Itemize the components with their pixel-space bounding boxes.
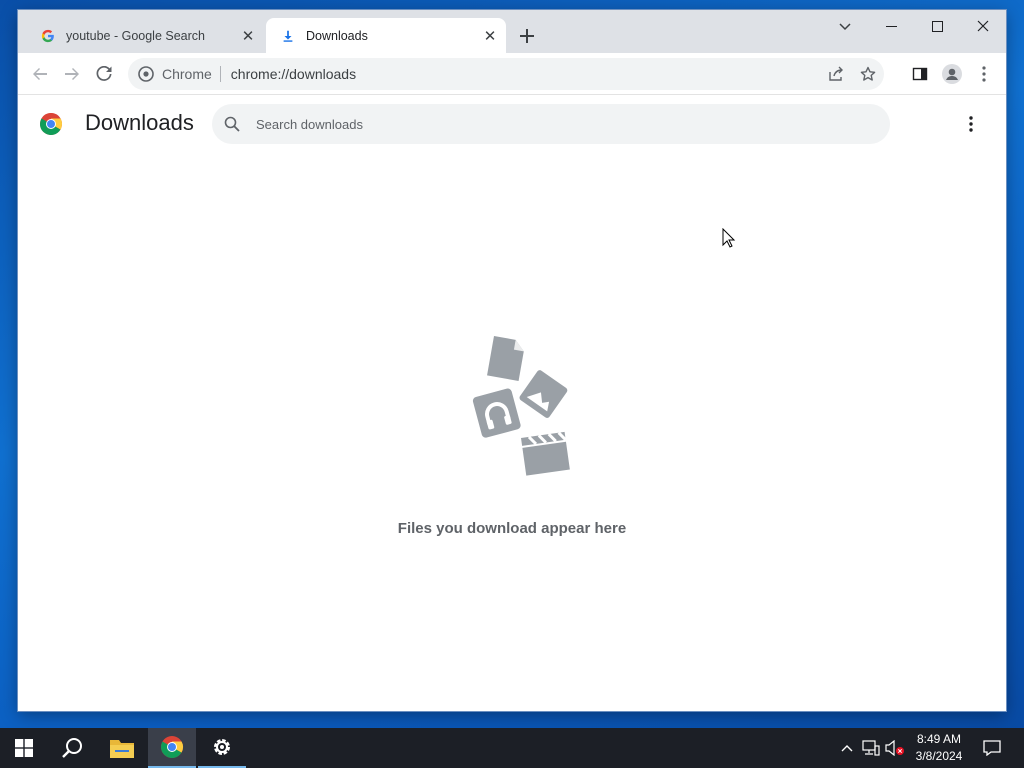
audio-icon (472, 388, 521, 438)
maximize-button[interactable] (914, 10, 960, 42)
empty-state-message: Files you download appear here (397, 520, 627, 537)
tab-google-search[interactable]: youtube - Google Search ✕ (26, 18, 264, 53)
forward-button[interactable] (56, 58, 88, 90)
mouse-cursor-icon (722, 227, 736, 248)
share-icon[interactable] (820, 58, 852, 90)
downloads-page: Downloads Search downloads Files you dow… (18, 96, 1006, 711)
chrome-menu-button[interactable] (968, 58, 1000, 90)
windows-taskbar: 8:49 AM 3/8/2024 (0, 728, 1024, 768)
clock-date: 3/8/2024 (915, 749, 963, 763)
empty-downloads-illustration (450, 334, 576, 484)
browser-window: youtube - Google Search ✕ Downloads ✕ Ch… (18, 10, 1006, 711)
google-g-icon (40, 28, 56, 44)
chevron-up-icon (841, 745, 853, 752)
tab-search-button[interactable] (830, 14, 860, 40)
tab-title: Downloads (306, 28, 368, 43)
reload-button[interactable] (88, 58, 120, 90)
document-icon (487, 336, 524, 381)
taskbar-search-button[interactable] (48, 728, 96, 768)
close-tab-icon[interactable]: ✕ (238, 26, 258, 46)
browser-toolbar: Chrome chrome://downloads (18, 53, 1006, 95)
omnibox-url[interactable]: chrome://downloads (221, 66, 820, 82)
vertical-dots-icon (969, 116, 973, 132)
close-window-button[interactable] (960, 10, 1006, 42)
chrome-logo-icon (161, 736, 183, 758)
chevron-down-icon (839, 23, 851, 31)
reload-icon (96, 66, 112, 81)
gear-icon (214, 739, 230, 755)
taskbar-chrome[interactable] (148, 728, 196, 768)
image-icon (519, 370, 568, 418)
downloads-more-actions-button[interactable] (957, 110, 985, 138)
new-tab-button[interactable] (515, 24, 539, 48)
taskbar-settings[interactable] (198, 728, 246, 768)
address-bar[interactable]: Chrome chrome://downloads (128, 58, 884, 90)
downloads-search-box[interactable] (212, 104, 890, 144)
tab-title: youtube - Google Search (66, 28, 205, 43)
page-title: Downloads (85, 110, 194, 135)
chrome-icon (138, 66, 154, 82)
bookmark-star-icon[interactable] (852, 58, 884, 90)
close-tab-icon[interactable]: ✕ (480, 26, 500, 46)
show-hidden-icons-button[interactable] (838, 728, 856, 768)
downloads-header: Downloads (18, 96, 1006, 152)
vertical-dots-icon (982, 66, 986, 82)
system-clock[interactable]: 8:49 AM 3/8/2024 (906, 731, 972, 765)
notification-icon (983, 740, 1001, 756)
search-icon (222, 114, 242, 134)
video-clapper-icon (521, 431, 570, 476)
omnibox-chip: Chrome (162, 66, 221, 82)
back-arrow-icon (33, 68, 47, 80)
forward-arrow-icon (65, 68, 79, 80)
volume-muted-icon[interactable] (884, 728, 906, 768)
search-icon (62, 738, 82, 758)
windows-logo-icon (15, 739, 33, 757)
folder-icon (110, 740, 134, 758)
start-button[interactable] (0, 728, 48, 768)
side-panel-button[interactable] (904, 58, 936, 90)
profile-button[interactable] (936, 58, 968, 90)
tab-strip: youtube - Google Search ✕ Downloads ✕ (18, 10, 1006, 53)
search-input[interactable] (256, 116, 890, 132)
network-status-icon[interactable] (860, 728, 882, 768)
minimize-button[interactable] (868, 10, 914, 42)
profile-avatar-icon (942, 64, 962, 84)
download-icon (280, 28, 296, 44)
taskbar-file-explorer[interactable] (98, 728, 146, 768)
back-button[interactable] (24, 58, 56, 90)
action-center-button[interactable] (978, 728, 1006, 768)
clock-time: 8:49 AM (916, 732, 962, 746)
chrome-logo-icon (39, 112, 63, 136)
side-panel-icon (912, 67, 928, 81)
tab-downloads[interactable]: Downloads ✕ (266, 18, 506, 53)
